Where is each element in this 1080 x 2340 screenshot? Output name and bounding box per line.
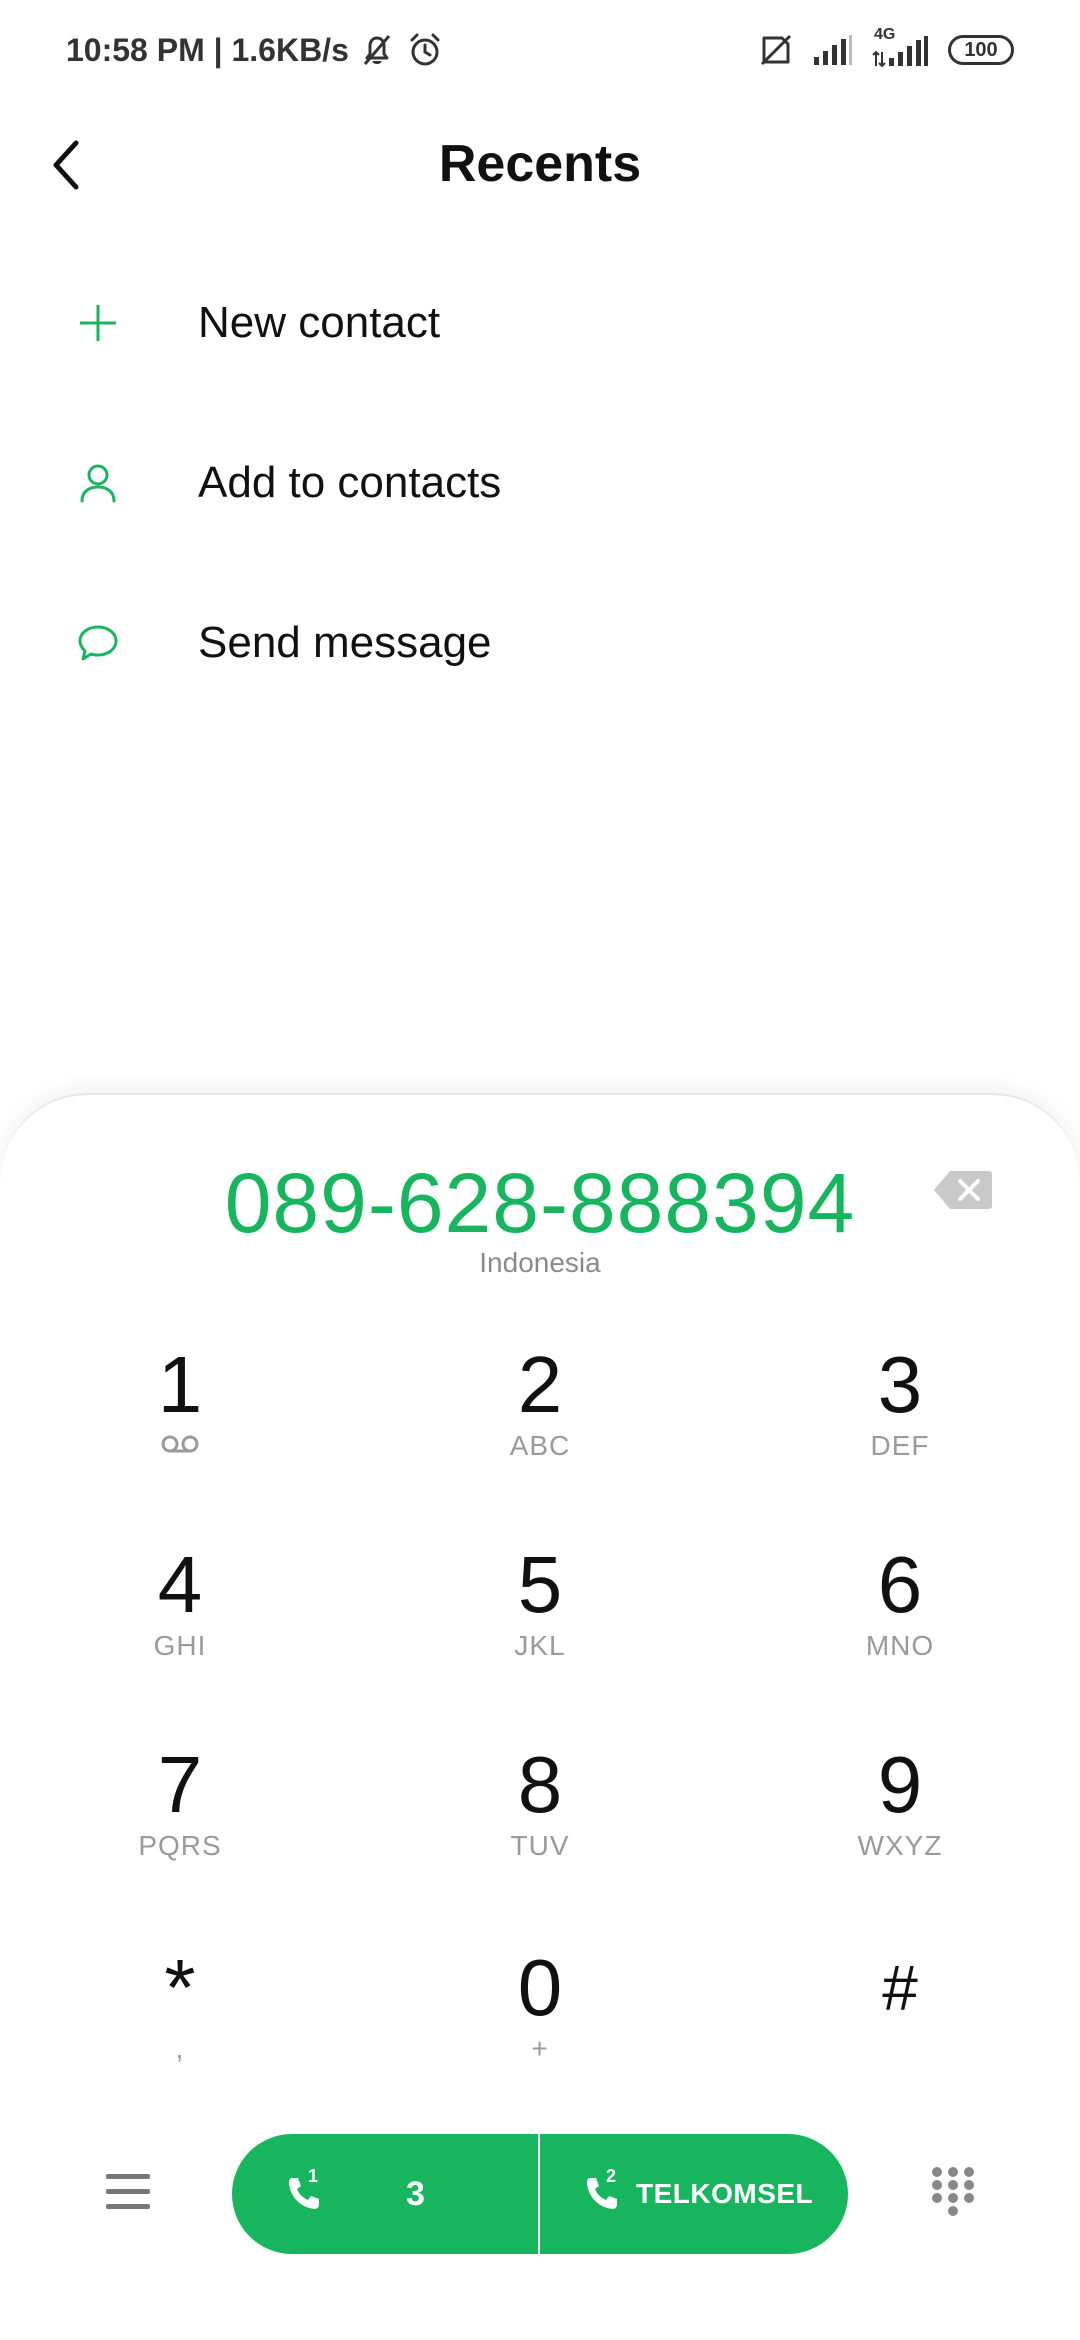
key-letters: MNO bbox=[865, 1630, 935, 1661]
phone-sim2-icon: 2 bbox=[580, 2166, 624, 2216]
alarm-icon bbox=[405, 30, 445, 70]
key-digit: 8 bbox=[517, 1740, 563, 1829]
send-message-item[interactable]: Send message bbox=[0, 578, 1080, 708]
key-letters: , bbox=[175, 2033, 185, 2064]
add-to-contacts-label: Add to contacts bbox=[198, 458, 502, 507]
status-right: 4G 100 bbox=[758, 26, 1014, 72]
menu-button[interactable] bbox=[104, 2170, 152, 2214]
dialed-number[interactable]: 089-628-888394 bbox=[0, 1155, 1080, 1252]
key-5[interactable]: 5 JKL bbox=[440, 1542, 640, 1692]
key-0[interactable]: 0 + bbox=[440, 1945, 640, 2095]
key-letters: PQRS bbox=[138, 1830, 222, 1861]
menu-icon bbox=[106, 2174, 150, 2209]
key-letters: DEF bbox=[870, 1430, 930, 1461]
add-to-contacts-item[interactable]: Add to contacts bbox=[0, 418, 1080, 548]
key-digit: 6 bbox=[877, 1540, 923, 1629]
plus-icon bbox=[70, 295, 126, 351]
key-8[interactable]: 8 TUV bbox=[440, 1742, 640, 1892]
new-contact-label: New contact bbox=[198, 298, 441, 347]
sim1-label: 3 bbox=[406, 2174, 425, 2213]
key-6[interactable]: 6 MNO bbox=[800, 1542, 1000, 1692]
sim1-index: 1 bbox=[308, 2166, 319, 2186]
key-7[interactable]: 7 PQRS bbox=[80, 1742, 280, 1892]
key-star[interactable]: * , bbox=[80, 1945, 280, 2095]
key-2[interactable]: 2 ABC bbox=[440, 1342, 640, 1492]
status-bar: 10:58 PM | 1.6KB/s 4G 100 bbox=[0, 0, 1080, 100]
status-left: 10:58 PM | 1.6KB/s bbox=[66, 28, 445, 72]
voicemail-icon bbox=[80, 1434, 280, 1459]
battery-icon: 100 bbox=[948, 35, 1014, 65]
new-contact-item[interactable]: New contact bbox=[0, 258, 1080, 388]
key-letters: WXYZ bbox=[857, 1830, 943, 1861]
person-icon bbox=[70, 455, 126, 511]
key-letters: ABC bbox=[509, 1430, 571, 1461]
key-digit: 1 bbox=[157, 1340, 203, 1429]
phone-sim1-icon: 1 bbox=[282, 2166, 326, 2216]
key-digit: 7 bbox=[157, 1740, 203, 1829]
key-1[interactable]: 1 bbox=[80, 1342, 280, 1492]
keypad-toggle-button[interactable] bbox=[930, 2166, 976, 2218]
key-digit: 4 bbox=[157, 1540, 203, 1629]
signal-4g-icon: 4G bbox=[872, 26, 930, 70]
key-digit: 5 bbox=[517, 1540, 563, 1629]
key-digit: 0 bbox=[517, 1943, 563, 2032]
dialpad-icon bbox=[932, 2167, 974, 2216]
key-3[interactable]: 3 DEF bbox=[800, 1342, 1000, 1492]
header: Recents bbox=[0, 110, 1080, 220]
key-digit: # bbox=[882, 1952, 918, 2024]
page-title: Recents bbox=[438, 135, 642, 193]
chat-bubble-icon bbox=[70, 615, 126, 671]
call-button-group: 1 3 2 TELKOMSEL bbox=[232, 2134, 848, 2254]
key-digit: 9 bbox=[877, 1740, 923, 1829]
backspace-icon bbox=[934, 1171, 992, 1209]
call-sim2-button[interactable]: 2 TELKOMSEL bbox=[540, 2134, 848, 2254]
key-letters: + bbox=[531, 2033, 549, 2064]
region-label: Indonesia bbox=[479, 1247, 601, 1278]
sim2-label: TELKOMSEL bbox=[636, 2178, 814, 2209]
backspace-button[interactable] bbox=[932, 1167, 994, 1213]
key-letters: JKL bbox=[514, 1630, 566, 1661]
sim-off-icon bbox=[758, 32, 794, 68]
bell-off-icon bbox=[357, 30, 397, 70]
key-digit: * bbox=[164, 1943, 196, 2032]
signal-icon bbox=[812, 33, 854, 67]
key-9[interactable]: 9 WXYZ bbox=[800, 1742, 1000, 1892]
key-hash[interactable]: # bbox=[800, 1945, 1000, 2095]
status-time-speed: 10:58 PM | 1.6KB/s bbox=[66, 31, 349, 68]
key-letters: TUV bbox=[510, 1830, 570, 1861]
sim2-index: 2 bbox=[606, 2166, 617, 2186]
call-sim1-button[interactable]: 1 3 bbox=[232, 2134, 538, 2254]
key-letters: GHI bbox=[153, 1630, 207, 1661]
key-4[interactable]: 4 GHI bbox=[80, 1542, 280, 1692]
key-digit: 3 bbox=[877, 1340, 923, 1429]
send-message-label: Send message bbox=[198, 618, 492, 667]
key-digit: 2 bbox=[517, 1340, 563, 1429]
